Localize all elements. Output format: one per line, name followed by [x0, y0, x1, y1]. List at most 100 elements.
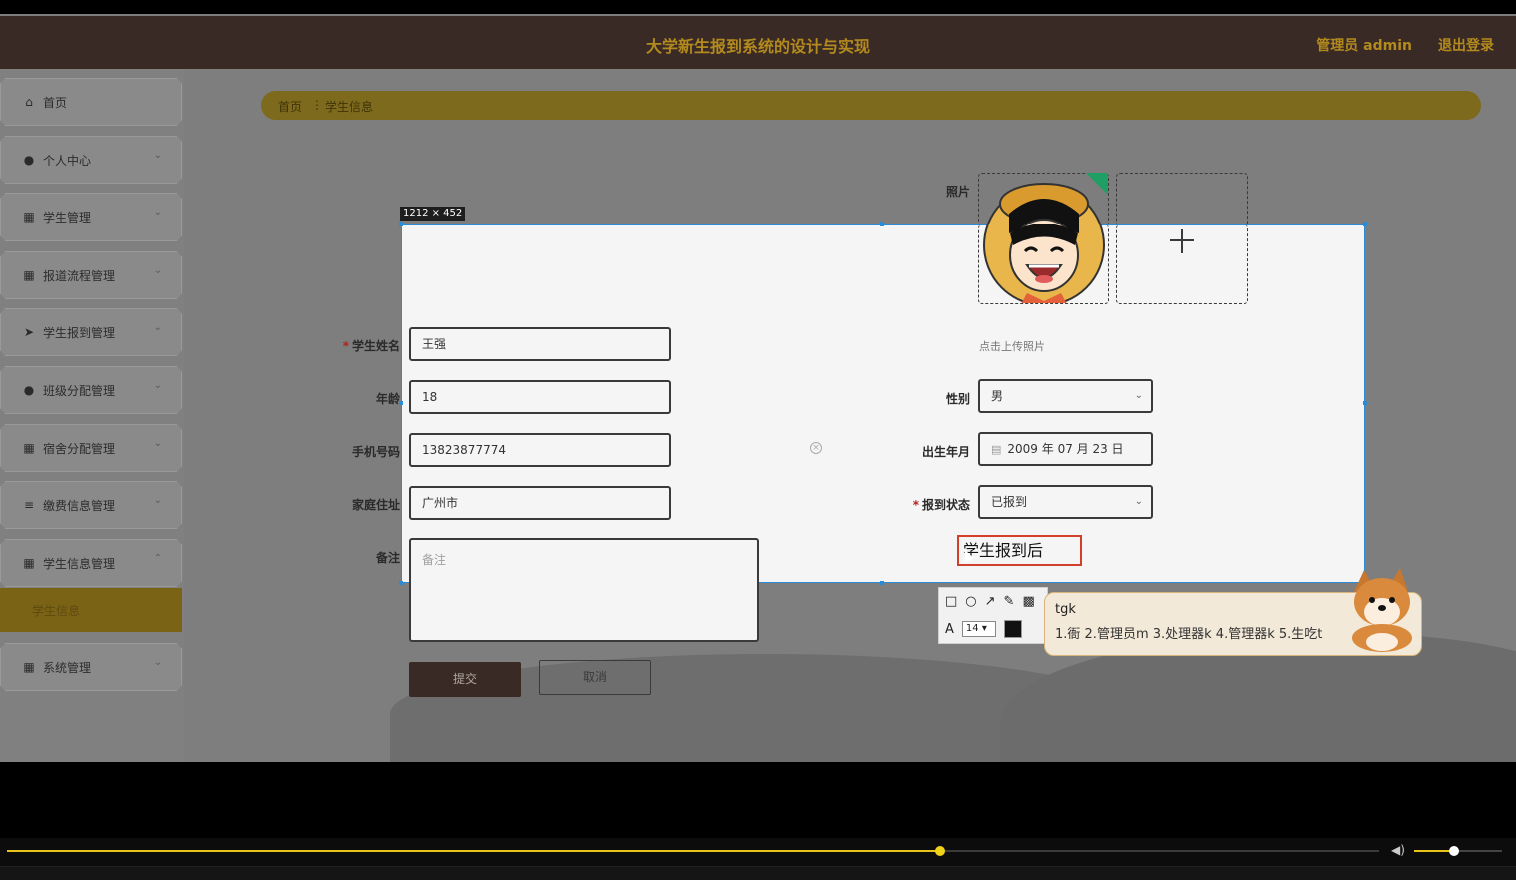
- age-label: 年龄: [375, 392, 400, 406]
- seek-bar[interactable]: [7, 850, 1379, 852]
- volume-fill: [1414, 850, 1454, 852]
- rectangle-tool-icon[interactable]: □: [945, 594, 957, 609]
- upload-hint: 点击上传照片: [979, 340, 1045, 353]
- phone-label: 手机号码: [351, 445, 400, 459]
- volume-icon[interactable]: ◀): [1391, 843, 1407, 857]
- grid-icon: ▦: [23, 268, 35, 282]
- annotation-toolbar: □ ○ ↗ ✎ ▩ A 14 ▾: [938, 587, 1048, 644]
- student-name-label-text: 学生姓名: [351, 339, 400, 353]
- sidebar-item-registration[interactable]: ➤ 学生报到管理 ⌄: [0, 308, 182, 356]
- home-icon: ⌂: [25, 95, 33, 109]
- chevron-down-icon: ⌄: [153, 322, 162, 333]
- resize-handle[interactable]: [399, 581, 403, 585]
- photo-label: 照片: [945, 185, 970, 199]
- sidebar-item-process[interactable]: ▦ 报道流程管理 ⌄: [0, 251, 182, 299]
- pen-tool-icon[interactable]: ✎: [1004, 594, 1015, 609]
- student-name-input[interactable]: 王强: [409, 327, 671, 361]
- arrow-tool-icon[interactable]: ↗: [985, 594, 996, 609]
- breadcrumb-current: 学生信息: [325, 100, 374, 114]
- sidebar-item-label: 班级分配管理: [43, 384, 116, 398]
- chevron-down-icon: ⌄: [153, 150, 162, 161]
- ime-candidates[interactable]: 1.衙 2.管理员m 3.处理器k 4.管理器k 5.生吃t: [1055, 623, 1335, 642]
- sidebar-item-label: 系统管理: [43, 661, 92, 675]
- seek-handle[interactable]: [934, 846, 945, 856]
- chevron-down-icon: ⌄: [153, 495, 162, 506]
- screen: 大学新生报到系统的设计与实现 管理员 admin 退出登录 ⌂ 首页 ● 个人中…: [0, 0, 1516, 880]
- sidebar-item-class[interactable]: ● 班级分配管理 ⌄: [0, 366, 182, 414]
- birth-label: 出生年月: [921, 445, 970, 459]
- mosaic-tool-icon[interactable]: ▩: [1022, 594, 1034, 609]
- sidebar-item-students[interactable]: ▦ 学生管理 ⌄: [0, 193, 182, 241]
- chevron-down-icon: ⌄: [153, 207, 162, 218]
- app-title: 大学新生报到系统的设计与实现: [645, 37, 870, 56]
- player-taskbar: [0, 866, 1516, 880]
- circle-tool-icon[interactable]: ○: [965, 594, 976, 609]
- top-header: 大学新生报到系统的设计与实现 管理员 admin 退出登录: [0, 16, 1516, 69]
- submit-button[interactable]: 提交: [409, 662, 521, 697]
- resize-handle[interactable]: [880, 581, 884, 585]
- sidebar-item-home[interactable]: ⌂ 首页: [0, 78, 182, 126]
- status-value: 已报到: [991, 495, 1028, 509]
- remark-textarea[interactable]: 备注: [409, 538, 759, 642]
- grid-icon: ▦: [23, 556, 35, 570]
- grid-icon: ▦: [23, 441, 35, 455]
- pin-icon: ●: [23, 383, 35, 397]
- sidebar-item-label: 个人中心: [43, 154, 92, 168]
- status-label: * 报到状态: [890, 496, 970, 513]
- color-swatch[interactable]: [1003, 620, 1022, 638]
- birth-date-picker[interactable]: ▤ 2009 年 07 月 23 日: [978, 432, 1153, 466]
- address-label: 家庭住址: [351, 498, 400, 512]
- ime-composition: tgk: [1055, 602, 1076, 617]
- breadcrumb-separator: ⋮: [311, 98, 323, 112]
- font-size-select[interactable]: 14 ▾: [961, 621, 996, 637]
- resize-handle[interactable]: [399, 222, 403, 226]
- calendar-icon: ▤: [991, 443, 1002, 456]
- gender-value: 男: [991, 389, 1004, 403]
- clear-icon[interactable]: ×: [810, 442, 822, 454]
- sidebar-item-fees[interactable]: ≡ 缴费信息管理 ⌄: [0, 481, 182, 529]
- shiba-mascot-icon: [1352, 568, 1412, 652]
- sidebar-item-system[interactable]: ▦ 系统管理 ⌄: [0, 643, 182, 691]
- sidebar-item-label: 学生报到管理: [43, 326, 116, 340]
- seek-bar-progress: [7, 850, 940, 852]
- sidebar: ⌂ 首页 ● 个人中心 ⌄ ▦ 学生管理 ⌄ ▦ 报道流程管理 ⌄ ➤ 学生报到…: [0, 69, 184, 762]
- annotation-textbox[interactable]: 学生报到后: [957, 535, 1082, 566]
- resize-handle[interactable]: [1363, 222, 1367, 226]
- sidebar-item-student-info[interactable]: ▦ 学生信息管理 ⌃: [0, 539, 182, 587]
- resize-handle[interactable]: [880, 222, 884, 226]
- chevron-down-icon: ⌄: [153, 438, 162, 449]
- sidebar-item-label: 宿舍分配管理: [43, 442, 116, 456]
- chevron-down-icon: ⌄: [153, 380, 162, 391]
- chevron-down-icon: ⌄: [1134, 496, 1143, 507]
- breadcrumb: 首页 ⋮ 学生信息: [261, 91, 1481, 120]
- student-name-label: * 学生姓名: [330, 337, 400, 354]
- age-input[interactable]: 18: [409, 380, 671, 414]
- birth-value: 2009 年 07 月 23 日: [1007, 442, 1124, 456]
- volume-handle[interactable]: [1448, 846, 1459, 856]
- sidebar-item-label: 首页: [43, 96, 68, 110]
- sidebar-item-profile[interactable]: ● 个人中心 ⌄: [0, 136, 182, 184]
- grid-icon: ▦: [23, 660, 35, 674]
- cancel-button[interactable]: 取消: [539, 660, 651, 695]
- sidebar-item-label: 报道流程管理: [43, 269, 116, 283]
- list-icon: ≡: [23, 498, 35, 512]
- sidebar-item-dorm[interactable]: ▦ 宿舍分配管理 ⌄: [0, 424, 182, 472]
- required-mark: *: [342, 339, 349, 353]
- status-label-text: 报到状态: [921, 498, 970, 512]
- user-icon: ●: [23, 153, 35, 167]
- gender-select[interactable]: 男 ⌄: [978, 379, 1153, 413]
- sidebar-item-label: 缴费信息管理: [43, 499, 116, 513]
- video-player-controls: ◀): [0, 838, 1516, 880]
- sidebar-subitem-student-info[interactable]: 学生信息: [0, 588, 182, 632]
- address-input[interactable]: 广州市: [409, 486, 671, 520]
- text-tool-icon[interactable]: A: [945, 622, 954, 637]
- logout-link[interactable]: 退出登录: [1438, 35, 1494, 55]
- resize-handle[interactable]: [1363, 401, 1367, 405]
- breadcrumb-home[interactable]: 首页: [278, 98, 302, 115]
- chevron-up-icon: ⌃: [153, 553, 162, 564]
- admin-label: 管理员 admin: [1316, 38, 1412, 54]
- gender-label: 性别: [945, 392, 970, 406]
- status-select[interactable]: 已报到 ⌄: [978, 485, 1153, 519]
- phone-input[interactable]: 13823877774: [409, 433, 671, 467]
- sidebar-item-label: 学生信息管理: [43, 557, 116, 571]
